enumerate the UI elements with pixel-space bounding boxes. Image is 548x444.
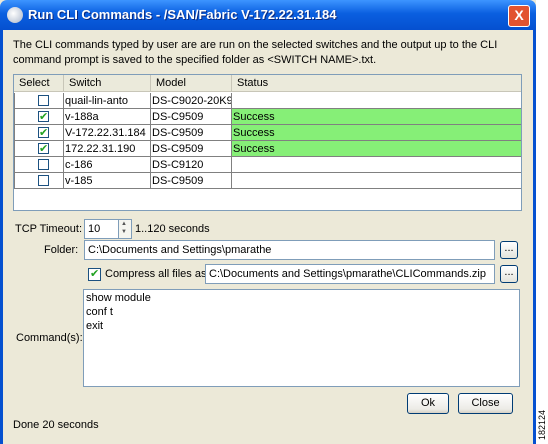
model-cell: DS-C9509 [151,109,232,125]
select-cell [14,109,64,125]
tcp-timeout-range: 1..120 seconds [135,223,210,235]
app-icon [7,7,23,23]
commands-textarea[interactable]: show module conf t exit [83,289,520,387]
command-line: show module [86,292,151,304]
spinner-up-icon[interactable]: ▲ [121,221,127,227]
column-header-status[interactable]: Status [232,75,521,91]
model-cell: DS-C9509 [151,125,232,141]
select-cell [14,141,64,157]
tcp-timeout-input[interactable]: 10 [84,219,119,239]
ok-button[interactable]: Ok [407,393,449,414]
row-select-checkbox[interactable] [38,141,49,156]
switch-name-cell: c-186 [64,157,151,173]
row-select-checkbox[interactable] [38,125,49,140]
compress-checkbox[interactable] [88,267,101,281]
close-window-button[interactable]: X [508,5,530,27]
switch-name-cell: v-188a [64,109,151,125]
select-cell [14,93,64,109]
row-select-checkbox[interactable] [38,159,49,170]
column-header-switch[interactable]: Switch [64,75,151,91]
table-row[interactable]: V-172.22.31.184DS-C9509Success [14,125,521,141]
tcp-timeout-spinner[interactable]: ▲ ▼ [118,219,132,239]
commands-label: Command(s): [16,332,83,344]
title-bar[interactable]: Run CLI Commands - /SAN/Fabric V-172.22.… [0,0,536,30]
figure-code-text: 182124 [537,409,547,440]
table-row[interactable]: quail-lin-anto DS-C9020-20K9 [14,93,521,109]
status-message: Done 20 seconds [13,419,99,431]
switch-name-cell: v-185 [64,173,151,189]
row-select-checkbox[interactable] [38,95,49,106]
table-row[interactable]: 172.22.31.190DS-C9509Success [14,141,521,157]
description-text: The CLI commands typed by user are are r… [13,39,498,66]
status-cell [232,173,521,189]
folder-browse-button[interactable]: ... [500,241,518,259]
select-cell [14,157,64,173]
tcp-timeout-label: TCP Timeout: [15,223,83,235]
model-cell: DS-C9509 [151,173,232,189]
switch-table: Select Switch Model Status quail-lin-ant… [13,74,522,211]
command-line: exit [86,320,104,332]
status-cell: Success [232,141,521,157]
table-row[interactable]: v-188aDS-C9509Success [14,109,521,125]
status-cell: Success [232,125,521,141]
table-row[interactable]: c-186 DS-C9120 [14,157,521,173]
select-cell [14,173,64,189]
figure-code: 182124 [537,400,548,444]
switch-name-cell: V-172.22.31.184 [64,125,151,141]
column-header-select[interactable]: Select [14,75,64,91]
window-frame-left [0,30,3,444]
switch-name-cell: 172.22.31.190 [64,141,151,157]
status-cell: Success [232,109,521,125]
table-row[interactable]: v-185 DS-C9509 [14,173,521,189]
status-cell [232,157,521,173]
column-header-model[interactable]: Model [151,75,232,91]
table-header: Select Switch Model Status [14,75,521,92]
select-cell [14,125,64,141]
folder-label: Folder: [44,244,79,256]
model-cell: DS-C9509 [151,141,232,157]
command-line: conf t [86,306,113,318]
status-cell [232,93,521,109]
row-select-checkbox[interactable] [38,109,49,124]
model-cell: DS-C9020-20K9 [151,93,232,109]
close-button[interactable]: Close [458,393,513,414]
folder-input[interactable]: C:\Documents and Settings\pmarathe [84,240,495,260]
compress-label: Compress all files as [105,268,207,280]
run-cli-commands-dialog: Run CLI Commands - /SAN/Fabric V-172.22.… [0,0,536,444]
window-title: Run CLI Commands - /SAN/Fabric V-172.22.… [28,7,337,22]
spinner-down-icon[interactable]: ▼ [121,229,127,235]
compress-file-input[interactable]: C:\Documents and Settings\pmarathe\CLICo… [205,264,495,284]
model-cell: DS-C9120 [151,157,232,173]
window-frame-right [533,30,536,444]
switch-name-cell: quail-lin-anto [64,93,151,109]
compress-browse-button[interactable]: ... [500,265,518,283]
row-select-checkbox[interactable] [38,175,49,186]
